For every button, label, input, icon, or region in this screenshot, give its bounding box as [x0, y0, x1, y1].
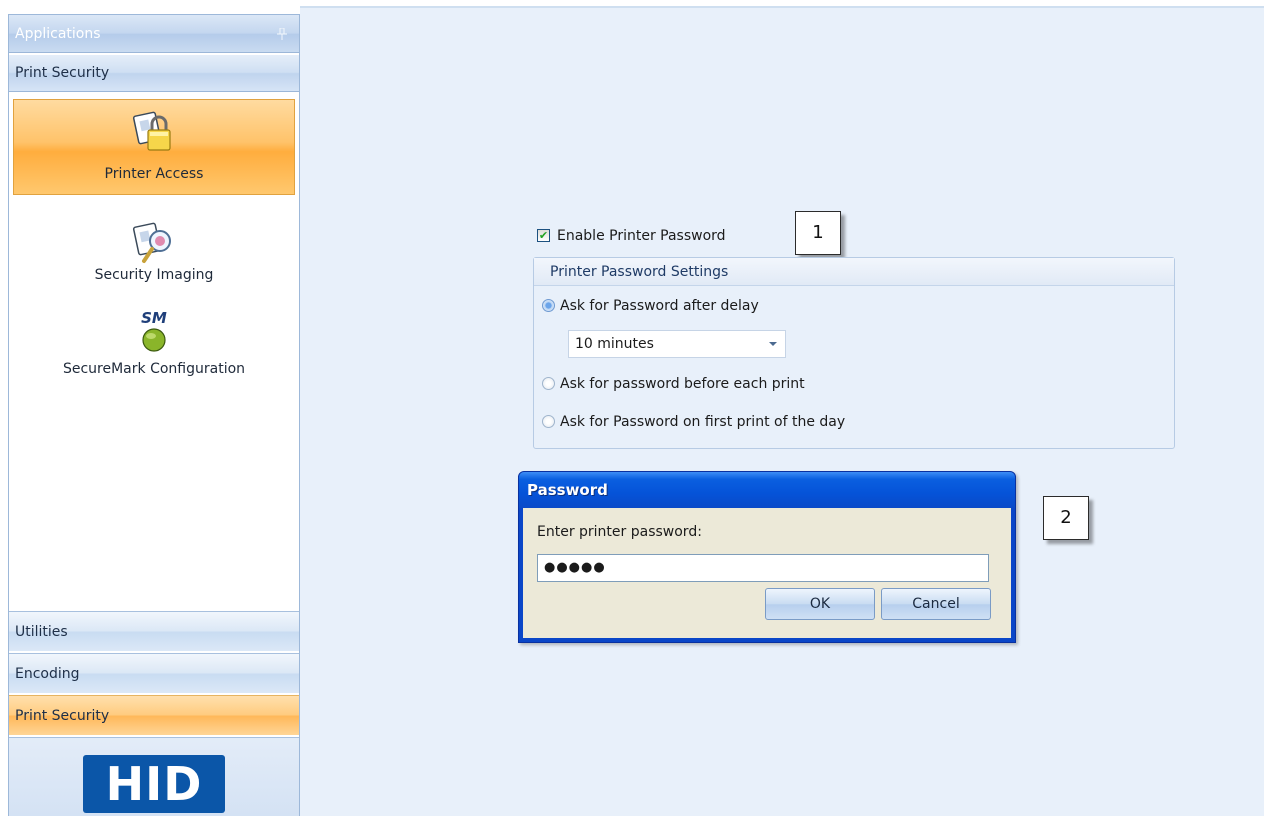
- printer-password-settings-group: Printer Password Settings Ask for Passwo…: [533, 257, 1175, 449]
- applications-header-label: Applications: [15, 26, 101, 42]
- chevron-down-icon[interactable]: [769, 342, 777, 346]
- checkbox-checked-icon[interactable]: ✔: [537, 229, 550, 242]
- securemark-icon: SM: [124, 309, 184, 355]
- radio-selected-icon[interactable]: [542, 299, 555, 312]
- enable-printer-password-label: Enable Printer Password: [557, 228, 726, 244]
- app-item-label: Security Imaging: [94, 267, 214, 283]
- delay-dropdown[interactable]: 10 minutes: [568, 330, 786, 358]
- pin-icon[interactable]: [277, 15, 287, 55]
- delay-dropdown-value: 10 minutes: [575, 336, 654, 352]
- top-border-line: [300, 6, 1264, 8]
- password-dialog: Password Enter printer password: ●●●●● O…: [518, 471, 1016, 643]
- password-input[interactable]: ●●●●●: [537, 554, 989, 582]
- radio-unselected-icon[interactable]: [542, 377, 555, 390]
- radio-unselected-icon[interactable]: [542, 415, 555, 428]
- dialog-body: Enter printer password: ●●●●● OK Cancel: [523, 508, 1011, 638]
- ok-button[interactable]: OK: [765, 588, 875, 620]
- app-item-label: Printer Access: [104, 166, 204, 182]
- app-item-label: SecureMark Configuration: [62, 361, 246, 377]
- logo-area: HID: [9, 737, 299, 816]
- radio-label: Ask for Password on first print of the d…: [560, 414, 846, 430]
- nav-print-security[interactable]: Print Security: [9, 695, 299, 735]
- app-item-securemark-configuration[interactable]: SM SecureMark Configuration: [13, 305, 295, 389]
- cancel-button[interactable]: Cancel: [881, 588, 991, 620]
- nav-utilities[interactable]: Utilities: [9, 611, 299, 651]
- hid-logo: HID: [83, 755, 225, 813]
- callout-2: 2: [1043, 496, 1089, 540]
- radio-label: Ask for password before each print: [560, 376, 805, 392]
- applications-pane-header: Applications: [9, 15, 299, 53]
- radio-label: Ask for Password after delay: [560, 298, 759, 314]
- nav-encoding[interactable]: Encoding: [9, 653, 299, 693]
- dialog-title: Password: [519, 472, 1015, 508]
- security-imaging-icon: [132, 219, 176, 267]
- print-security-group-header[interactable]: Print Security: [9, 54, 299, 92]
- app-item-security-imaging[interactable]: Security Imaging: [13, 211, 295, 295]
- app-item-printer-access[interactable]: Printer Access: [13, 99, 295, 195]
- settings-group-title: Printer Password Settings: [534, 258, 1174, 286]
- printer-access-icon: [132, 108, 176, 156]
- applications-sidebar: Applications Print Security Printer Acce…: [8, 14, 300, 816]
- password-prompt: Enter printer password:: [537, 524, 702, 540]
- callout-1: 1: [795, 211, 841, 255]
- securemark-icon-text: SM: [141, 309, 167, 327]
- main-panel: ✔ Enable Printer Password 1 Printer Pass…: [300, 8, 1264, 816]
